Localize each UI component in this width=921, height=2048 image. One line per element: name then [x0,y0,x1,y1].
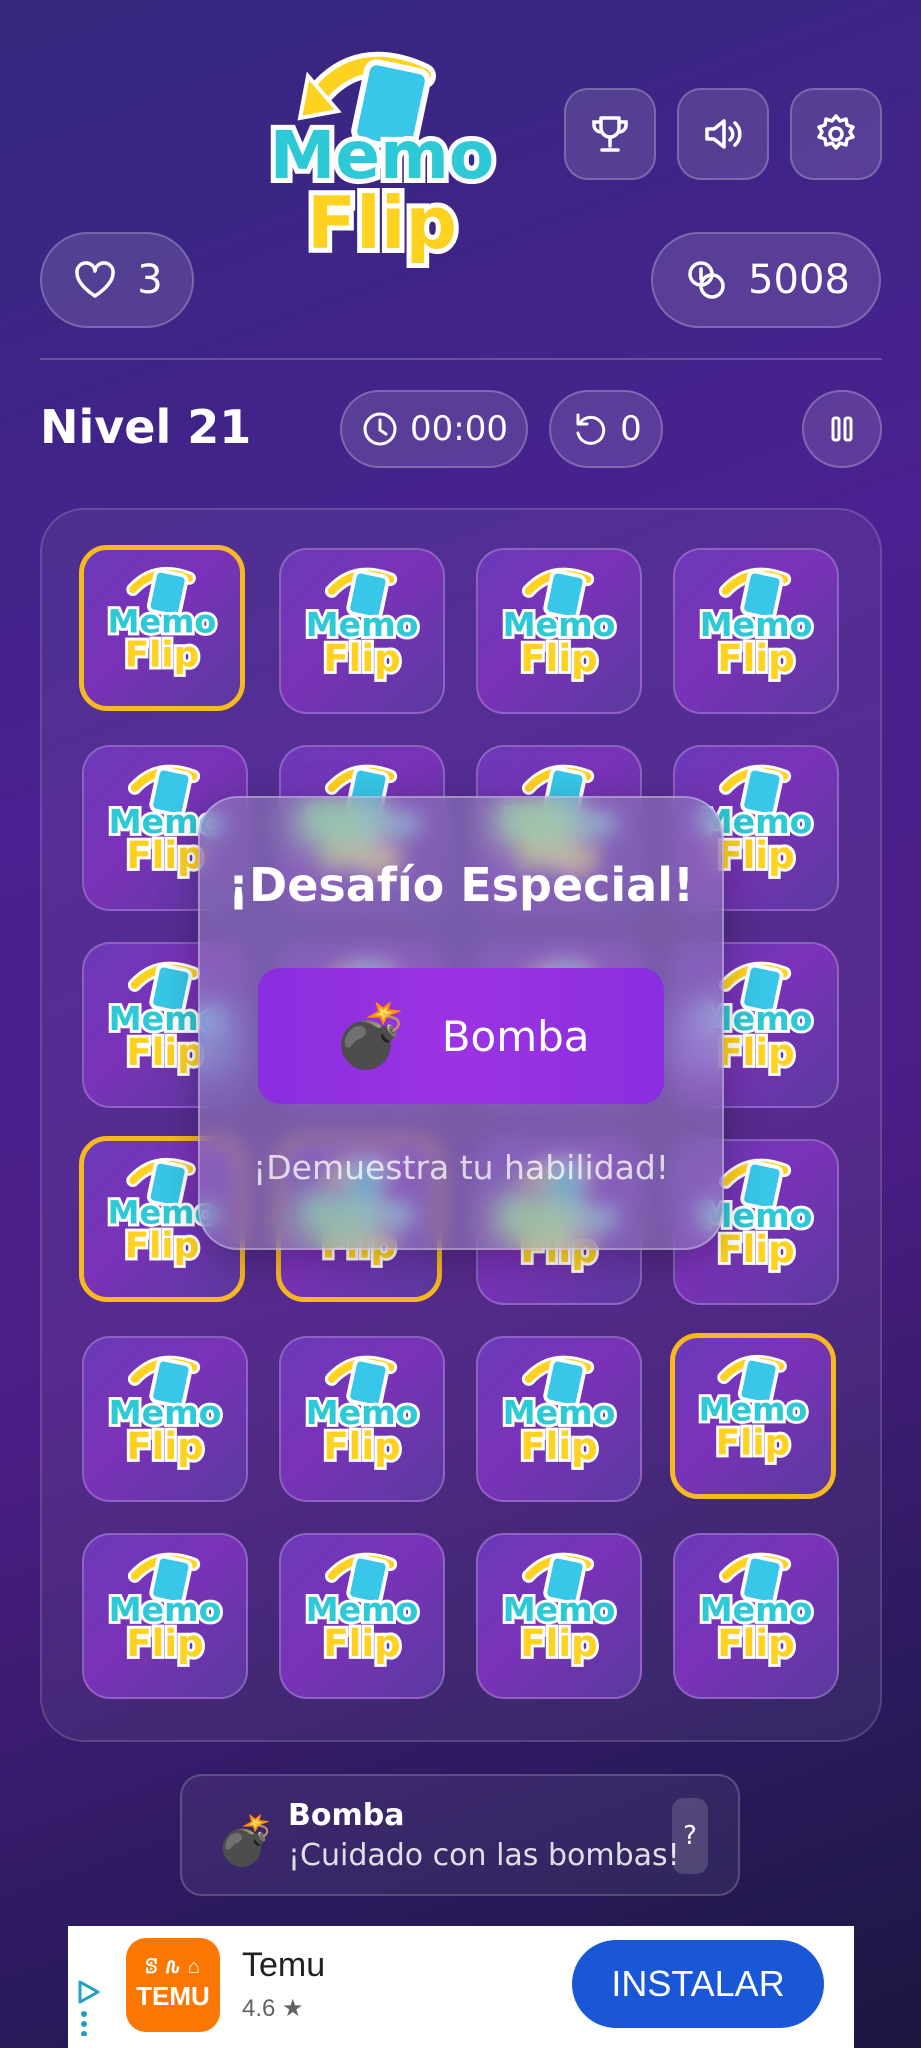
hint-title: Bomba [288,1798,405,1833]
challenge-hint: 💣 Bomba ¡Cuidado con las bombas! ? [180,1774,740,1896]
memory-card[interactable]: MemoFlip [82,1336,248,1502]
lives-value: 3 [137,257,163,303]
svg-text:Flip: Flip [717,1031,794,1074]
svg-text:Flip: Flip [717,834,794,877]
card-back-logo: MemoFlip [500,1552,618,1668]
gear-icon [817,114,855,150]
heart-icon [75,261,116,298]
timer: 00:00 [340,390,528,468]
help-button[interactable]: ? [672,1798,708,1874]
challenge-label: Bomba [441,1011,590,1061]
memory-card[interactable]: MemoFlip [673,548,839,714]
sound-button[interactable] [677,88,769,180]
moves-value: 0 [620,409,642,449]
coins-icon [688,261,725,299]
bomb-icon: 💣 [216,1813,276,1869]
card-back-logo: MemoFlip [106,1552,224,1668]
memory-card[interactable]: MemoFlip [279,1336,445,1502]
svg-text:Flip: Flip [520,1425,597,1468]
coins-counter[interactable]: 5008 [651,232,881,328]
temu-logo: ꕷ 𐒐 ⌂ TEMU [126,1938,220,2032]
card-back-logo: MemoFlip [303,1355,421,1471]
svg-text:Flip: Flip [323,1622,400,1665]
bomb-challenge-button[interactable]: 💣 Bomba [258,968,664,1104]
svg-text:Flip: Flip [717,1622,794,1665]
svg-text:Flip: Flip [520,1622,597,1665]
svg-text:Flip: Flip [323,1425,400,1468]
timer-value: 00:00 [410,409,508,449]
memory-card[interactable]: MemoFlip [476,1533,642,1699]
ad-app-name: Temu [242,1946,326,1984]
dialog-title: ¡Desafío Especial! [228,858,694,912]
ad-banner[interactable]: ꕷ 𐒐 ⌂ TEMU Temu 4.6 ★ INSTALAR [68,1926,854,2048]
memory-card[interactable]: MemoFlip [673,1533,839,1699]
install-button[interactable]: INSTALAR [572,1940,824,2028]
settings-button[interactable] [790,88,882,180]
memo-flip-logo: Memo Flip [248,36,516,276]
hint-description: ¡Cuidado con las bombas! [288,1838,680,1873]
card-back-logo: MemoFlip [697,1552,815,1668]
memory-card[interactable]: MemoFlip [279,1533,445,1699]
card-back-logo: MemoFlip [105,567,219,678]
ad-rating: 4.6 ★ [242,1995,304,2022]
card-back-logo: MemoFlip [106,1355,224,1471]
bomb-icon: 💣 [332,999,410,1072]
memory-card[interactable]: MemoFlip [82,1533,248,1699]
header-divider [40,358,882,360]
clock-icon [363,412,397,446]
memory-card[interactable]: MemoFlip [476,1336,642,1502]
pause-button[interactable] [802,390,882,468]
pause-icon [831,416,853,442]
svg-text:Flip: Flip [125,1226,199,1267]
svg-text:Flip: Flip [717,1228,794,1271]
memory-card[interactable]: MemoFlip [279,548,445,714]
card-back-logo: MemoFlip [500,1355,618,1471]
restart-icon [576,413,606,445]
dialog-subtitle: ¡Demuestra tu habilidad! [253,1148,669,1187]
svg-text:Flip: Flip [717,637,794,680]
svg-text:Flip: Flip [125,635,199,676]
card-back-logo: MemoFlip [303,1552,421,1668]
svg-text:Flip: Flip [126,1622,203,1665]
memory-card[interactable]: MemoFlip [476,548,642,714]
trophy-icon [592,116,628,152]
trophy-button[interactable] [564,88,656,180]
coins-value: 5008 [748,257,850,303]
svg-text:Flip: Flip [126,1425,203,1468]
svg-text:Flip: Flip [126,834,203,877]
svg-text:Flip: Flip [520,637,597,680]
card-back-logo: MemoFlip [303,567,421,683]
moves-counter: 0 [549,390,663,468]
ad-choices-icon[interactable] [74,1976,104,2036]
special-challenge-dialog: ¡Desafío Especial! 💣 Bomba ¡Demuestra tu… [198,796,724,1250]
svg-text:Flip: Flip [307,181,457,265]
card-back-logo: MemoFlip [696,1355,810,1466]
svg-text:Flip: Flip [126,1031,203,1074]
memory-card[interactable]: MemoFlip [670,1333,836,1499]
memory-card[interactable]: MemoFlip [79,545,245,711]
svg-text:Flip: Flip [716,1423,790,1464]
svg-text:Flip: Flip [323,637,400,680]
card-back-logo: MemoFlip [500,567,618,683]
speaker-icon [705,119,742,149]
level-title: Nivel 21 [40,400,252,454]
lives-counter[interactable]: 3 [40,232,194,328]
card-back-logo: MemoFlip [697,567,815,683]
